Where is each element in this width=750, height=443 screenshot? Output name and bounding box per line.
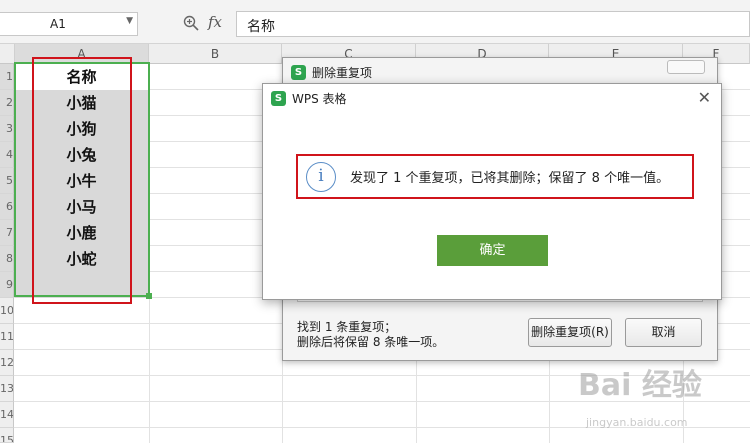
watermark-url: jingyan.baidu.com <box>586 416 688 429</box>
message-dialog-title-bar: S WPS 表格 <box>271 90 347 107</box>
duplicate-info-text: 找到 1 条重复项； 删除后将保留 8 条唯一项。 <box>297 320 444 350</box>
row-header-3[interactable]: 3 <box>0 116 14 142</box>
formula-input[interactable]: 名称 <box>236 11 750 37</box>
watermark-brand: Bai 经验 <box>578 368 702 403</box>
close-icon[interactable]: ✕ <box>698 88 711 107</box>
fx-icon[interactable]: fx <box>208 13 222 31</box>
annotation-highlight-message: i 发现了 1 个重复项，已将其删除；保留了 8 个唯一值。 <box>296 154 694 199</box>
row-header-14[interactable]: 14 <box>0 402 14 428</box>
ok-button[interactable]: 确定 <box>437 235 548 266</box>
result-message: 发现了 1 个重复项，已将其删除；保留了 8 个唯一值。 <box>350 171 670 186</box>
duplicate-info-line-2: 删除后将保留 8 条唯一项。 <box>297 335 445 349</box>
message-dialog-title: WPS 表格 <box>292 92 347 106</box>
row-header-5[interactable]: 5 <box>0 168 14 194</box>
annotation-highlight-column <box>32 57 132 304</box>
name-box-value: A1 <box>50 17 66 31</box>
wps-message-dialog: S WPS 表格 ✕ i 发现了 1 个重复项，已将其删除；保留了 8 个唯一值… <box>262 83 722 300</box>
row-header-11[interactable]: 11 <box>0 324 14 350</box>
remove-duplicates-button[interactable]: 删除重复项(R) <box>528 318 612 347</box>
row-header-13[interactable]: 13 <box>0 376 14 402</box>
wps-logo-icon: S <box>291 64 306 80</box>
cancel-button[interactable]: 取消 <box>625 318 702 347</box>
chevron-down-icon[interactable]: ▼ <box>126 16 133 26</box>
dialog-title-bar: S 删除重复项 <box>291 63 372 81</box>
formula-bar: A1 ▼ fx 名称 <box>0 0 750 44</box>
col-header-b[interactable]: B <box>149 44 282 64</box>
row-header-1[interactable]: 1 <box>0 64 14 90</box>
row-header-8[interactable]: 8 <box>0 246 14 272</box>
zoom-icon[interactable] <box>183 15 199 31</box>
info-icon: i <box>306 162 336 192</box>
row-header-12[interactable]: 12 <box>0 350 14 376</box>
row-header-15[interactable]: 15 <box>0 428 14 443</box>
name-box[interactable]: A1 ▼ <box>0 12 138 36</box>
row-header-10[interactable]: 10 <box>0 298 14 324</box>
row-header-4[interactable]: 4 <box>0 142 14 168</box>
wps-logo-icon: S <box>271 91 286 106</box>
baidu-jingyan-watermark: Bai 经验 jingyan.baidu.com <box>578 360 746 440</box>
duplicate-info-line-1: 找到 1 条重复项； <box>297 320 397 334</box>
window-control-button[interactable] <box>667 60 705 74</box>
row-header-6[interactable]: 6 <box>0 194 14 220</box>
row-header-9[interactable]: 9 <box>0 272 14 298</box>
fill-handle[interactable] <box>146 293 152 299</box>
row-header-2[interactable]: 2 <box>0 90 14 116</box>
dialog-title: 删除重复项 <box>312 65 373 80</box>
select-all-corner[interactable] <box>0 44 15 64</box>
row-header-7[interactable]: 7 <box>0 220 14 246</box>
